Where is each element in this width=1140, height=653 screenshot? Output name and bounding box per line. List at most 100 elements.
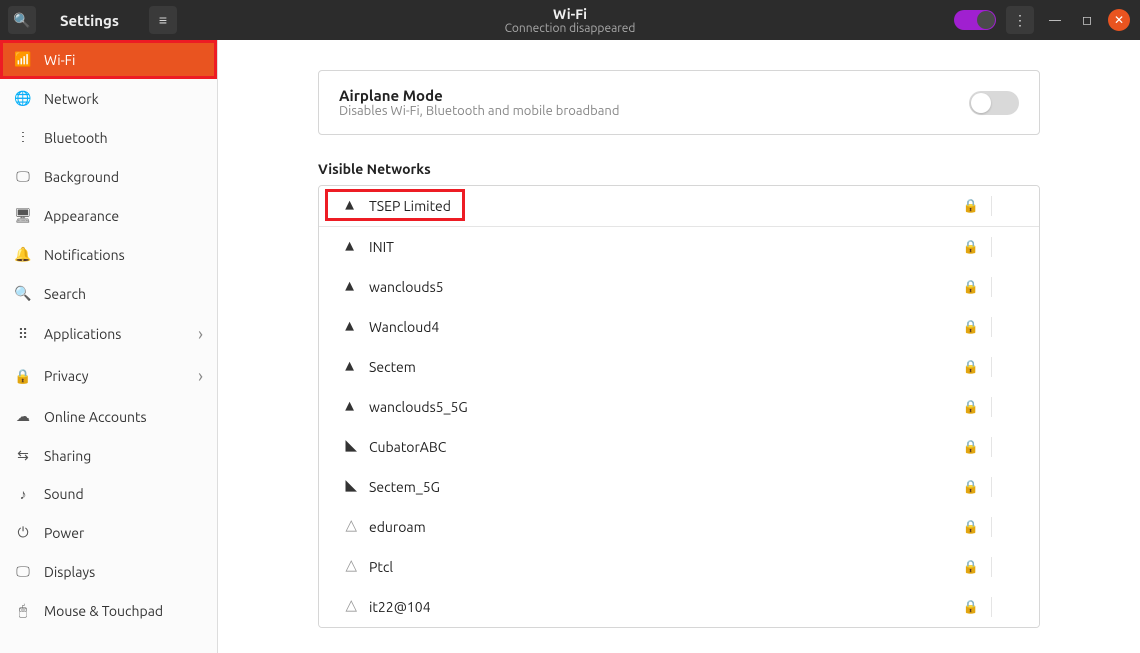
privacy-icon: 🔒 [14,368,32,385]
network-row[interactable]: ▼ wanclouds5_5G🔒 [319,387,1039,427]
network-name: Sectem [369,359,951,375]
sidebar-item-wifi[interactable]: 📶 Wi-Fi [0,40,217,79]
window-close[interactable]: ✕ [1108,9,1130,31]
sound-icon: ♪ [14,486,32,502]
titlebar-left: 🔍 Settings [0,6,119,34]
titlebar-right: ⋮ — ◻ ✕ [954,6,1140,34]
kebab-menu-button[interactable]: ⋮ [1006,6,1034,34]
wifi-signal-icon: ▼ [337,318,357,336]
network-options-divider [991,196,1021,216]
airplane-mode-row: Airplane Mode Disables Wi-Fi, Bluetooth … [318,70,1040,135]
sidebar-item-bluetooth[interactable]: ⵗBluetooth [0,118,217,157]
network-name: INIT [369,239,951,255]
sidebar-item-privacy[interactable]: 🔒 Privacy › [0,355,217,397]
sidebar-item-label: Applications [44,326,121,342]
visible-networks-label: Visible Networks [318,161,1040,177]
network-options-divider [991,597,1021,617]
wifi-signal-icon: ▽ [337,518,357,536]
wifi-signal-icon: ▼ [337,197,357,215]
network-row[interactable]: ▼ INIT🔒 [319,227,1039,267]
network-name: Sectem_5G [369,479,951,495]
lock-icon: 🔒 [951,320,991,335]
network-row[interactable]: ▽Ptcl🔒 [319,547,1039,587]
titlebar: 🔍 Settings ≡ Wi-Fi Connection disappeare… [0,0,1140,40]
displays-icon: 🖵 [14,563,32,580]
search-icon: 🔍 [14,285,32,302]
sidebar-item-label: Wi-Fi [44,52,75,68]
window-maximize[interactable]: ◻ [1076,9,1098,31]
hamburger-button[interactable]: ≡ [149,6,177,34]
toggle-knob [977,11,995,29]
network-row[interactable]: ▼TSEP Limited🔒 [319,186,1039,227]
network-row[interactable]: ▽ eduroam🔒 [319,507,1039,547]
network-name: Wancloud4 [369,319,951,335]
network-options-divider [991,397,1021,417]
chevron-right-icon: › [198,324,203,344]
sidebar-item-search[interactable]: 🔍 Search [0,274,217,313]
switch-knob [971,93,991,113]
lock-icon: 🔒 [951,520,991,535]
sidebar-item-label: Sound [44,486,84,502]
network-row[interactable]: ◥CubatorABC🔒 [319,427,1039,467]
network-name: CubatorABC [369,439,951,455]
sidebar-item-label: Search [44,286,86,302]
sidebar-item-sound[interactable]: ♪ Sound [0,475,217,513]
sidebar-item-label: Privacy [44,368,88,384]
network-name: wanclouds5_5G [369,399,951,415]
search-icon: 🔍 [13,12,30,29]
hamburger-icon: ≡ [159,12,167,28]
background-icon: 🖵 [14,168,32,185]
appearance-icon: 🖥 [14,207,32,224]
lock-icon: 🔒 [951,240,991,255]
sidebar-item-appearance[interactable]: 🖥 Appearance [0,196,217,235]
wifi-signal-icon: ▽ [337,598,357,616]
network-name: eduroam [369,519,951,535]
sidebar: 📶 Wi-Fi 🌐NetworkⵗBluetooth🖵Background 🖥 Appe… [0,40,218,653]
network-options-divider [991,557,1021,577]
window-minimize[interactable]: — [1044,9,1066,31]
sidebar-item-label: Power [44,525,84,541]
wifi-icon: 📶 [14,51,32,68]
sidebar-item-mouse[interactable]: 🖱 Mouse & Touchpad [0,591,217,630]
wifi-signal-icon: ▼ [337,398,357,416]
sidebar-item-notifications[interactable]: 🔔Notifications [0,235,217,274]
search-button[interactable]: 🔍 [8,6,36,34]
wifi-master-toggle[interactable] [954,10,996,30]
sidebar-item-label: Appearance [44,208,119,224]
sidebar-item-applications[interactable]: ⠿ Applications › [0,313,217,355]
power-icon: ⏻ [14,524,32,541]
app-title: Settings [60,12,119,29]
airplane-mode-switch[interactable] [969,91,1019,115]
sidebar-item-power[interactable]: ⏻ Power [0,513,217,552]
network-row[interactable]: ▼ Wancloud4🔒 [319,307,1039,347]
airplane-title: Airplane Mode [339,87,619,104]
network-name: TSEP Limited [369,198,951,214]
wifi-signal-icon: ▼ [337,278,357,296]
sidebar-item-label: Mouse & Touchpad [44,603,163,619]
mouse-icon: 🖱 [14,602,32,619]
wifi-signal-icon: ▼ [337,238,357,256]
network-row[interactable]: ◥Sectem_5G🔒 [319,467,1039,507]
lock-icon: 🔒 [951,600,991,615]
sidebar-item-label: Online Accounts [44,409,147,425]
network-row[interactable]: ▽it22@104🔒 [319,587,1039,627]
sidebar-item-label: Sharing [44,448,91,464]
sharing-icon: ⇆ [14,447,32,464]
online-accounts-icon: ☁ [14,408,32,425]
network-row[interactable]: ▼Sectem🔒 [319,347,1039,387]
sidebar-item-background[interactable]: 🖵Background [0,157,217,196]
chevron-right-icon: › [198,366,203,386]
sidebar-item-displays[interactable]: 🖵Displays [0,552,217,591]
lock-icon: 🔒 [951,400,991,415]
sidebar-item-network[interactable]: 🌐Network [0,79,217,118]
applications-icon: ⠿ [14,326,32,343]
network-row[interactable]: ▼wanclouds5🔒 [319,267,1039,307]
network-options-divider [991,317,1021,337]
wifi-signal-icon: ◥ [337,478,357,496]
lock-icon: 🔒 [951,440,991,455]
wifi-signal-icon: ▼ [337,358,357,376]
sidebar-item-sharing[interactable]: ⇆ Sharing [0,436,217,475]
network-name: wanclouds5 [369,279,951,295]
sidebar-item-online-accounts[interactable]: ☁ Online Accounts [0,397,217,436]
bluetooth-icon: ⵗ [14,129,32,146]
